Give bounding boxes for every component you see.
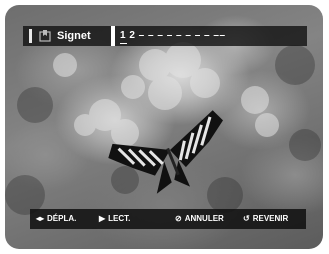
control-hints-bar: ◂▸ DÉPLA. ▶ LECT. ⊘ ANNULER ↺ REVENIR [30, 209, 306, 229]
play-hint[interactable]: ▶ LECT. [99, 212, 130, 226]
move-hint[interactable]: ◂▸ DÉPLA. [36, 212, 76, 226]
selected-slot-cursor [120, 43, 127, 44]
left-right-arrows-icon: ◂▸ [36, 214, 45, 223]
play-label: LECT. [108, 214, 131, 223]
return-label: REVENIR [252, 214, 289, 223]
bookmark-title: Signet [57, 30, 91, 42]
tv-screen: Signet 1 2 – – – – – – – – –– ◂▸ DÉPLA. ▶… [5, 5, 323, 249]
return-hint[interactable]: ↺ REVENIR [243, 212, 288, 226]
cancel-icon: ⊘ [175, 214, 182, 223]
bookmark-slots[interactable]: 1 2 – – – – – – – – –– [120, 29, 226, 43]
cancel-label: ANNULER [184, 214, 224, 223]
move-label: DÉPLA. [47, 214, 77, 223]
divider [111, 26, 115, 46]
return-icon: ↺ [243, 214, 250, 223]
bookmark-bar: Signet 1 2 – – – – – – – – –– [23, 26, 307, 46]
accent-stripe [29, 29, 32, 43]
bookmark-icon [39, 30, 51, 42]
play-icon: ▶ [99, 214, 106, 223]
cancel-hint[interactable]: ⊘ ANNULER [175, 212, 224, 226]
